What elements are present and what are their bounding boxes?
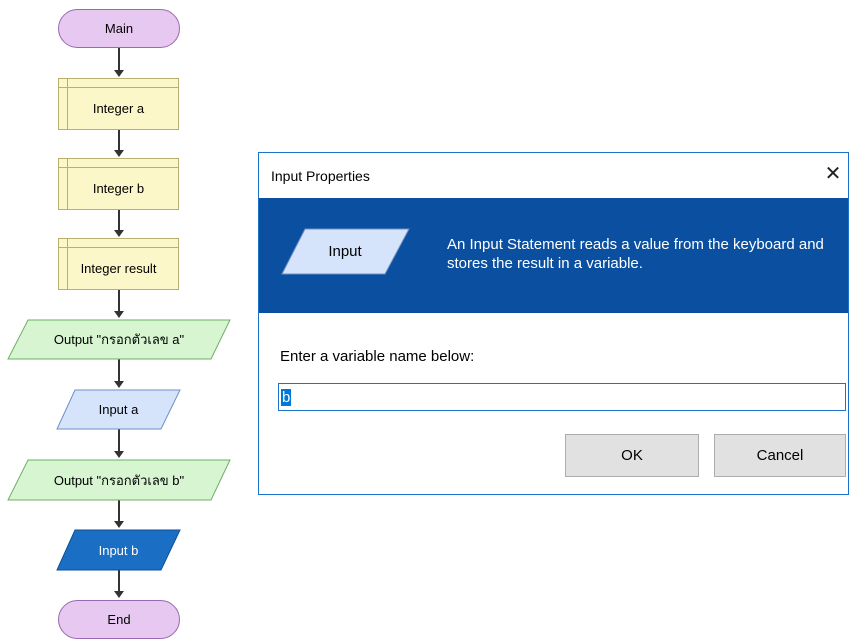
cancel-button[interactable]: Cancel bbox=[714, 434, 846, 477]
end-label: End bbox=[107, 612, 131, 627]
banner-description: An Input Statement reads a value from th… bbox=[447, 236, 824, 272]
variable-prompt: Enter a variable name below: bbox=[280, 348, 475, 365]
output-a-node[interactable]: Output "กรอกตัวเลข a" bbox=[8, 320, 230, 359]
dialog-title: Input Properties bbox=[271, 168, 370, 184]
input-b-label: Input b bbox=[98, 542, 139, 558]
close-icon[interactable]: ✕ bbox=[818, 159, 848, 187]
output-b-node[interactable]: Output "กรอกตัวเลข b" bbox=[8, 460, 230, 500]
input-a-node[interactable]: Input a bbox=[57, 390, 180, 429]
output-a-label: Output "กรอกตัวเลข a" bbox=[53, 332, 185, 347]
input-a-label: Input a bbox=[98, 402, 139, 417]
variable-name-value: b bbox=[281, 388, 292, 406]
dialog-banner: Input An Input Statement reads a value f… bbox=[259, 198, 848, 313]
variable-name-input[interactable]: b bbox=[278, 383, 846, 411]
end-terminal[interactable]: End bbox=[58, 600, 180, 639]
banner-shape-label: Input bbox=[328, 242, 362, 260]
output-b-label: Output "กรอกตัวเลข b" bbox=[53, 472, 185, 488]
ok-button[interactable]: OK bbox=[565, 434, 699, 477]
input-properties-dialog: Input Properties ✕ Input An Input Statem… bbox=[258, 152, 849, 495]
input-b-node[interactable]: Input b bbox=[57, 530, 180, 570]
